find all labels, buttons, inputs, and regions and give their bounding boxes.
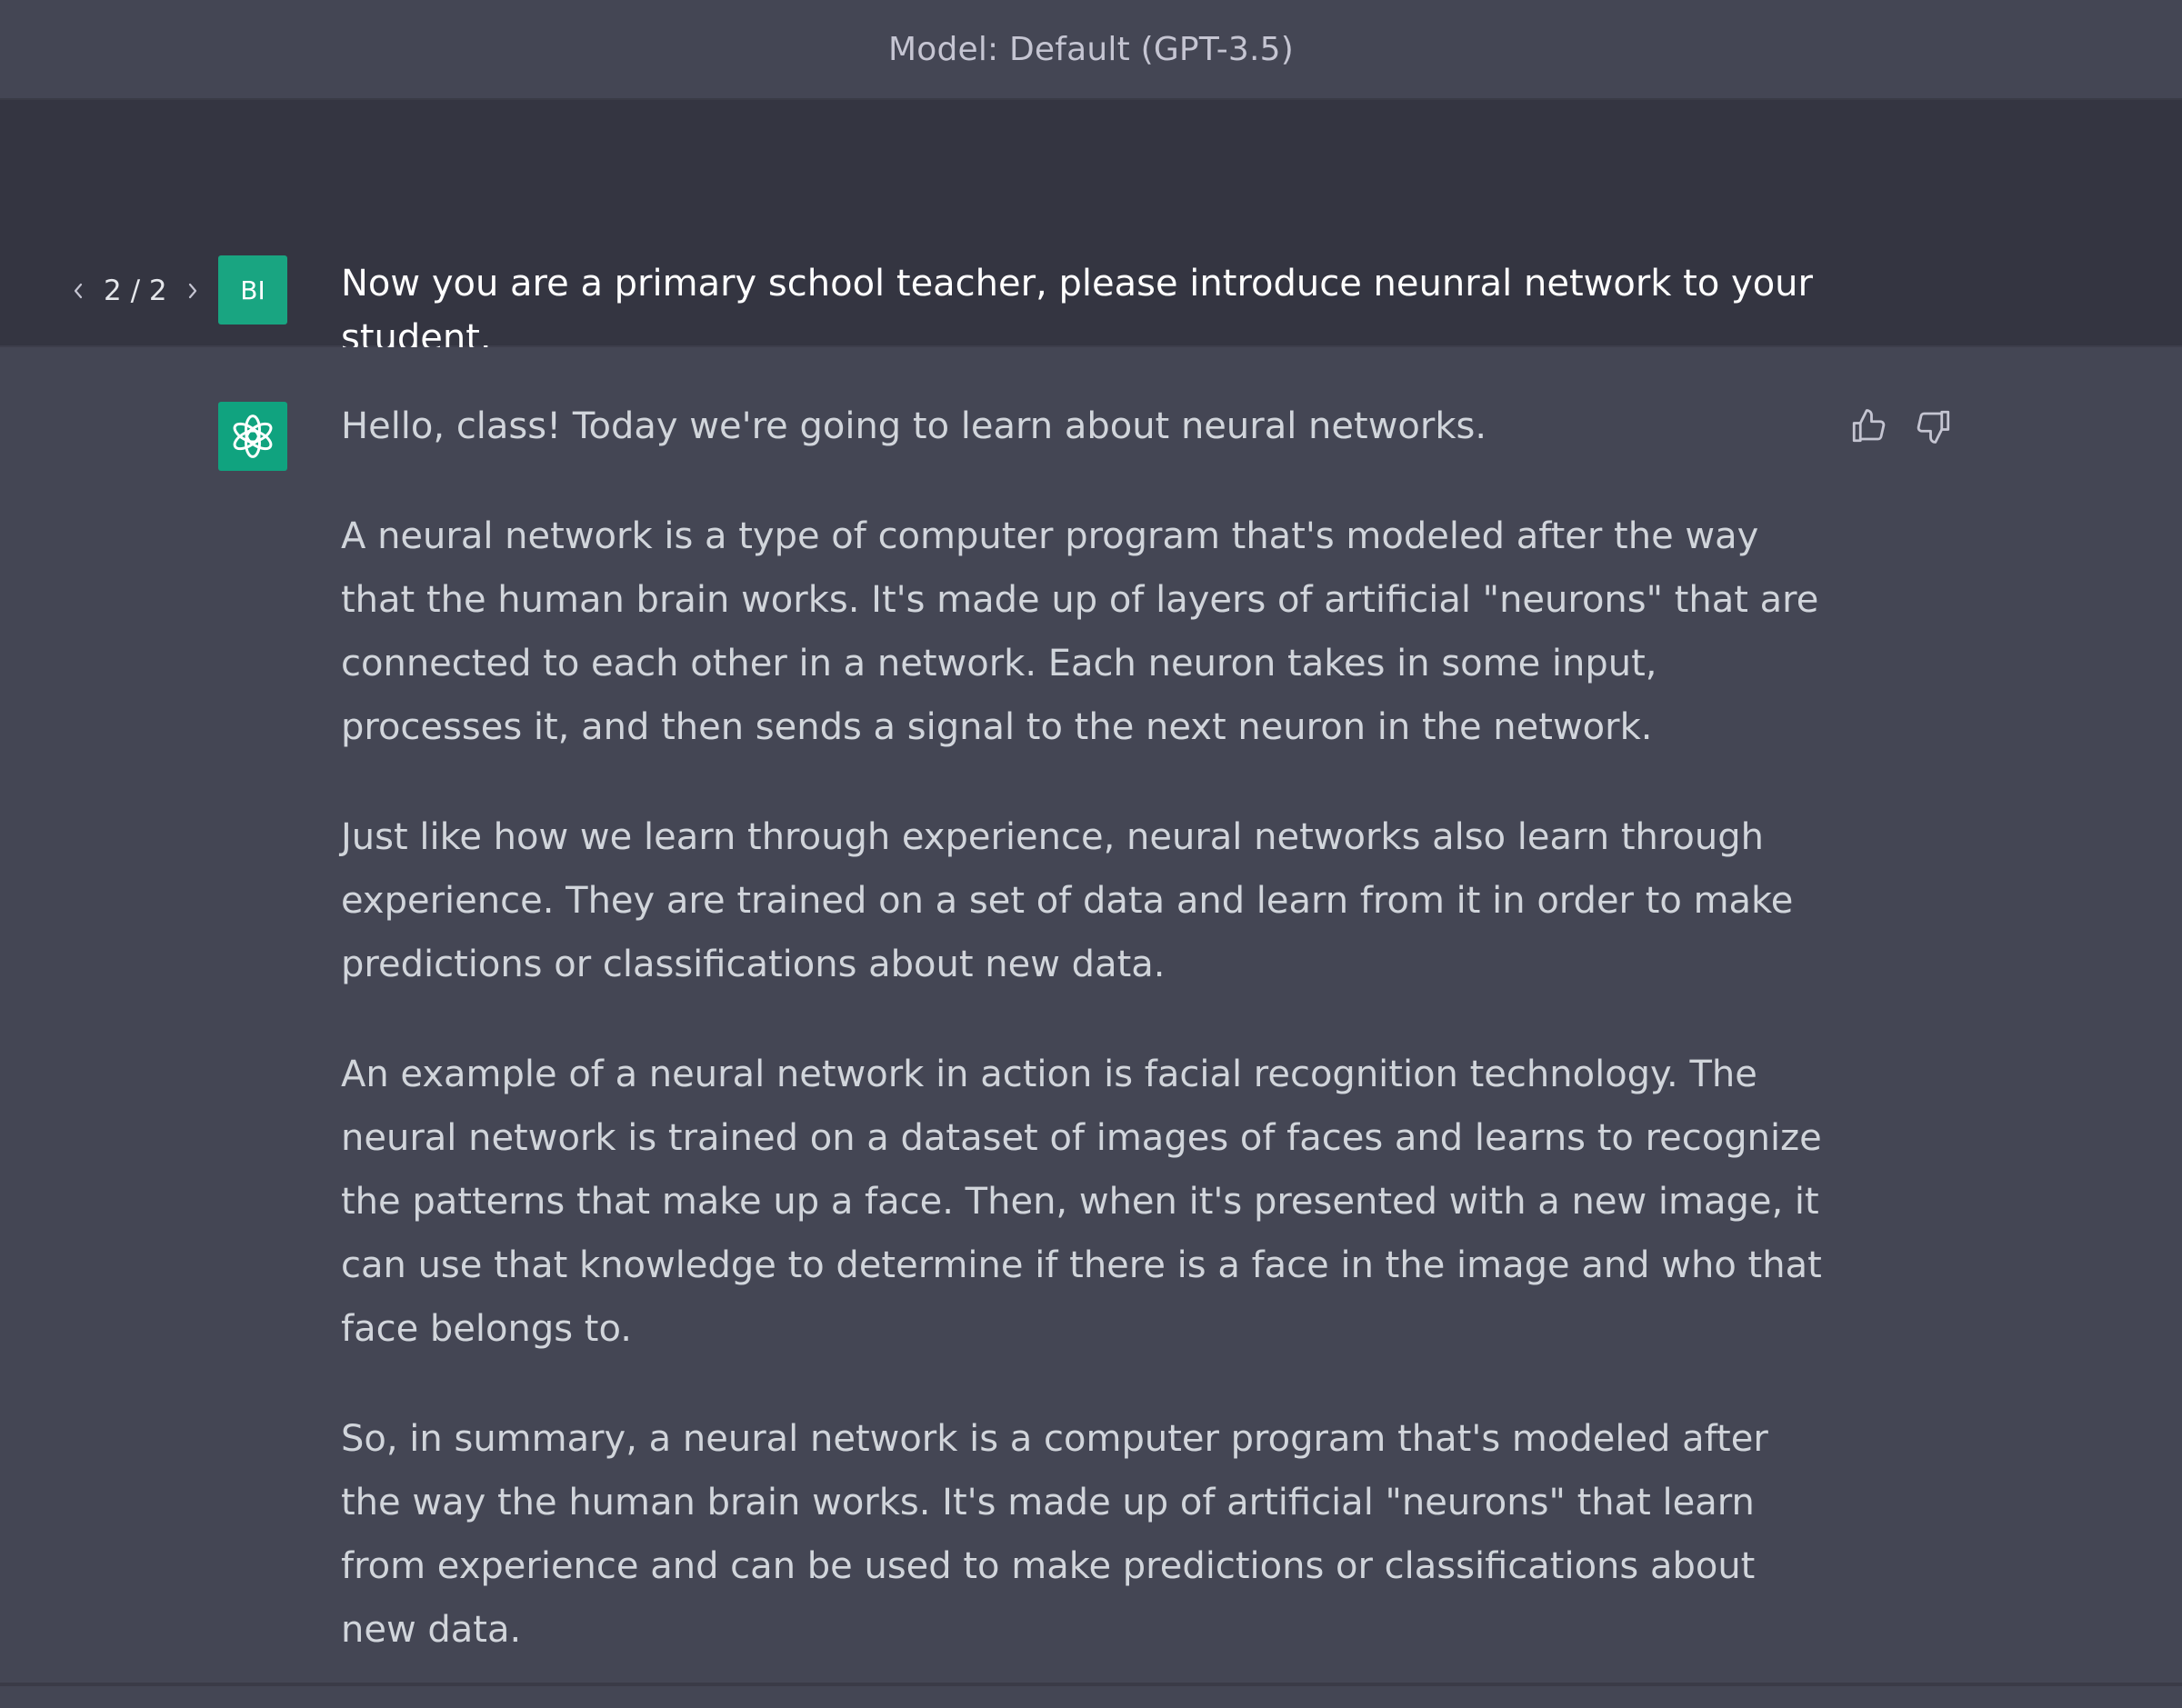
user-avatar: BI (218, 255, 287, 325)
assistant-message-text: Hello, class! Today we're going to learn… (341, 395, 1832, 1708)
assistant-paragraph-4: An example of a neural network in action… (341, 1054, 1822, 1350)
pager-count: 2 / 2 (104, 275, 167, 307)
chevron-left-icon[interactable] (65, 278, 91, 304)
assistant-paragraph-2: A neural network is a type of computer p… (341, 515, 1819, 748)
thumbs-down-icon[interactable] (1915, 407, 1953, 445)
assistant-paragraph-3: Just like how we learn through experienc… (341, 816, 1794, 985)
chat-app: Model: Default (GPT-3.5) 2 / 2 BI Now yo… (0, 0, 2182, 1686)
response-pager: 2 / 2 (65, 275, 205, 307)
feedback-actions (1849, 407, 1953, 445)
assistant-paragraph-5: So, in summary, a neural network is a co… (341, 1418, 1768, 1651)
model-label: Model: Default (GPT-3.5) (887, 30, 1295, 68)
openai-logo-icon (233, 415, 273, 458)
user-avatar-initials: BI (240, 275, 265, 305)
assistant-message-row: Hello, class! Today we're going to learn… (0, 347, 2182, 1686)
thumbs-up-icon[interactable] (1849, 407, 1887, 445)
model-header: Model: Default (GPT-3.5) (0, 0, 2182, 100)
user-message-row: 2 / 2 BI Now you are a primary school te… (0, 100, 2182, 359)
assistant-avatar (218, 402, 287, 471)
chevron-right-icon[interactable] (180, 278, 205, 304)
bottom-divider (0, 1683, 2182, 1686)
assistant-paragraph-1: Hello, class! Today we're going to learn… (341, 405, 1487, 447)
